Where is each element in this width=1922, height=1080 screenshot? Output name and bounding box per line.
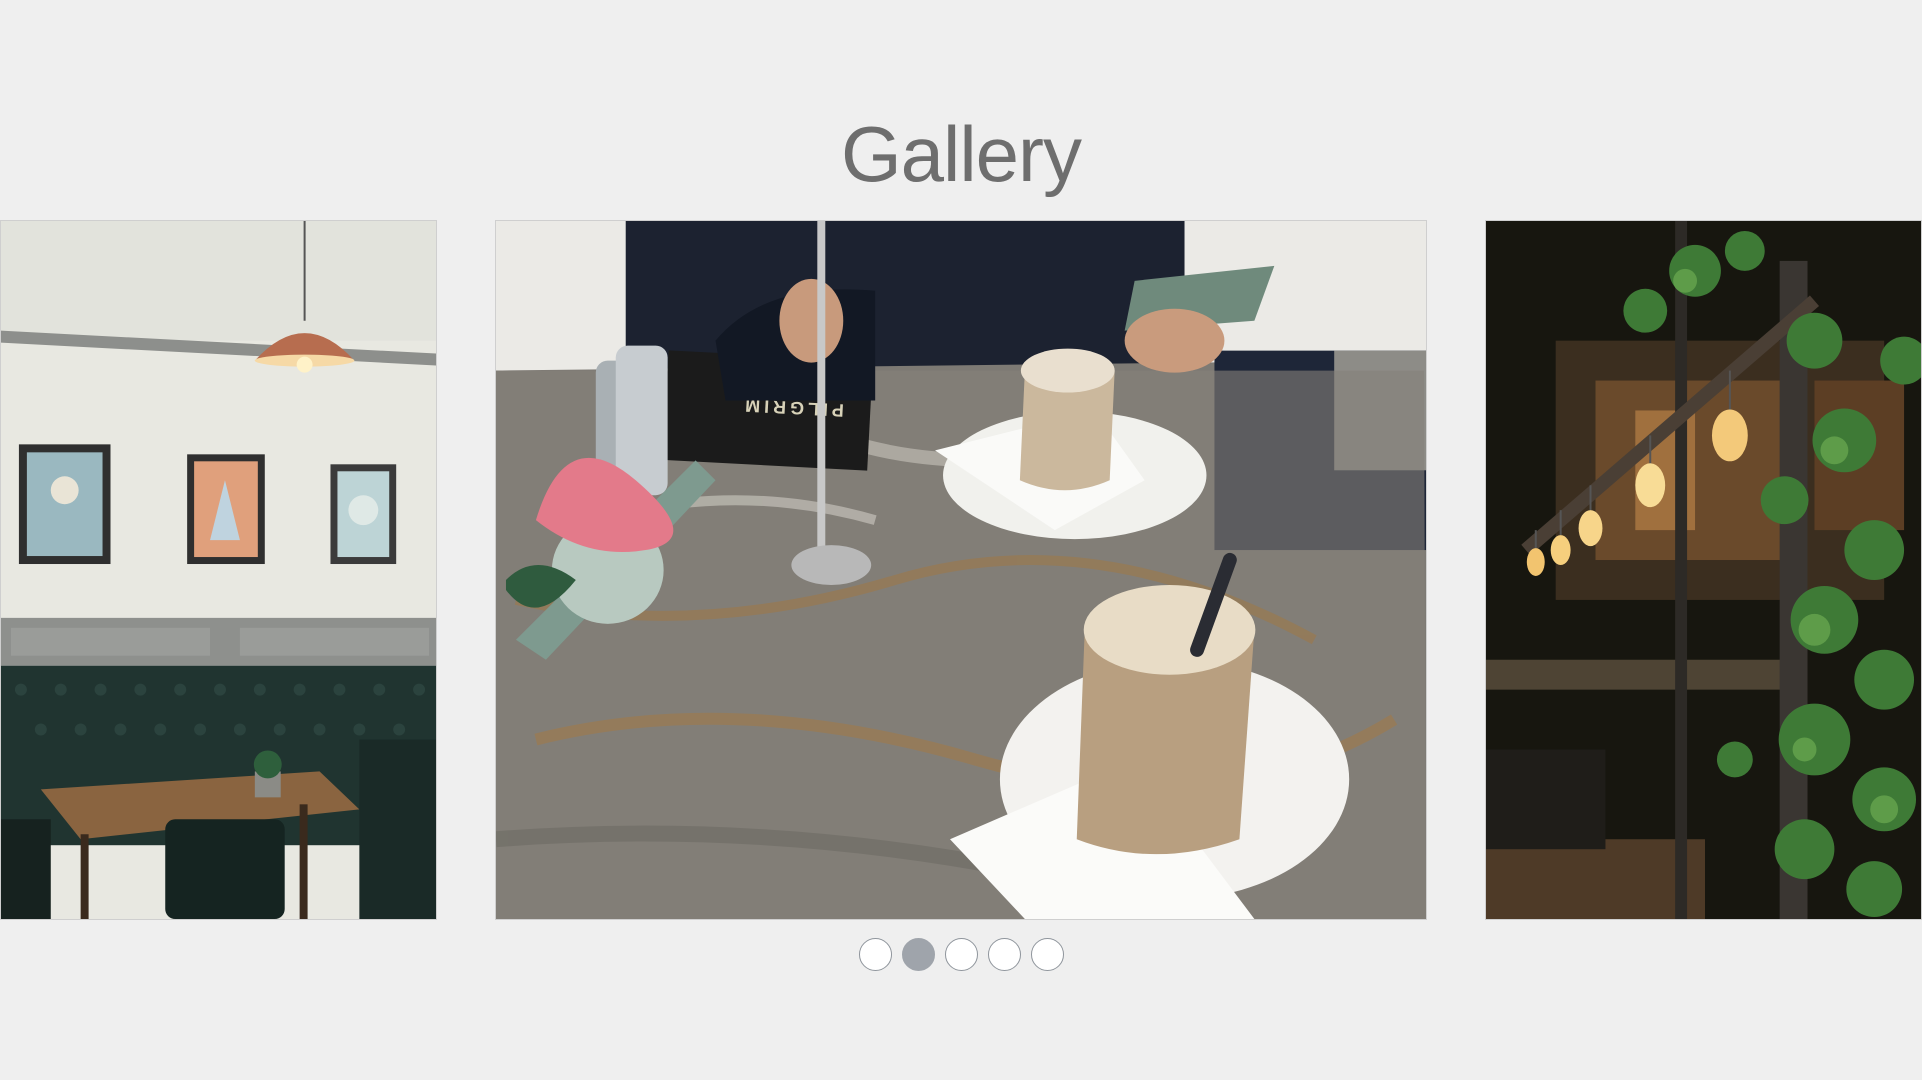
gallery-slide-next[interactable] (1485, 220, 1922, 920)
pagination-dot-3[interactable] (944, 938, 978, 971)
gallery-slide-current[interactable]: PILGRIM (495, 220, 1427, 920)
bar-lights-photo (1486, 221, 1921, 919)
gallery-title: Gallery (840, 110, 1082, 198)
pagination-dot-2[interactable] (901, 938, 935, 971)
coffee-table-photo: PILGRIM (496, 221, 1426, 919)
pagination-dot-5[interactable] (1030, 938, 1064, 971)
gallery-slide-previous[interactable] (0, 220, 437, 920)
pagination-dot-4[interactable] (987, 938, 1021, 971)
cafe-interior-photo (1, 221, 436, 919)
pagination-dot-1[interactable] (858, 938, 892, 971)
gallery-pagination (0, 938, 1922, 971)
